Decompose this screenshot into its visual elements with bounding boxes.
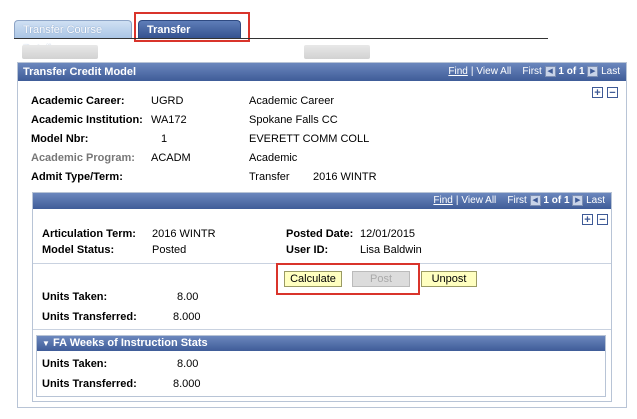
academic-institution-desc: Spokane Falls CC xyxy=(249,114,338,126)
view-all-link[interactable]: View All xyxy=(476,66,511,77)
delete-row-icon[interactable]: − xyxy=(607,87,618,99)
fa-units-taken-value: 8.00 xyxy=(177,358,199,370)
divider xyxy=(33,329,611,330)
units-taken-value: 8.00 xyxy=(177,291,199,303)
academic-program-desc: Academic xyxy=(249,152,298,164)
fa-weeks-panel: ▼ FA Weeks of Instruction Stats Units Ta… xyxy=(36,335,606,397)
model-status-value: Posted xyxy=(152,244,187,256)
units-transferred-label: Units Transferred: xyxy=(42,311,137,323)
admit-type-value: Transfer xyxy=(249,171,290,183)
find-link[interactable]: Find xyxy=(448,66,467,77)
academic-career-label: Academic Career: xyxy=(31,95,125,107)
fa-units-taken-label: Units Taken: xyxy=(42,358,108,370)
unpost-button[interactable]: Unpost xyxy=(421,271,477,287)
view-all-link[interactable]: View All xyxy=(461,195,496,206)
last-link[interactable]: Last xyxy=(586,195,605,206)
prev-arrow-icon[interactable]: ◀ xyxy=(529,195,541,206)
units-taken-label: Units Taken: xyxy=(42,291,108,303)
units-transferred-value: 8.000 xyxy=(173,311,201,323)
next-arrow-icon[interactable]: ▶ xyxy=(572,195,584,206)
articulation-nav: Find | View All First ◀ 1 of 1 ▶ Last xyxy=(433,195,605,207)
admit-type-term-label: Admit Type/Term: xyxy=(31,171,123,183)
posted-date-label: Posted Date: xyxy=(286,228,354,240)
academic-institution-code: WA172 xyxy=(151,114,187,126)
find-link[interactable]: Find xyxy=(433,195,452,206)
articulation-header: Find | View All First ◀ 1 of 1 ▶ Last xyxy=(33,193,611,209)
transfer-credit-model-panel: Transfer Credit Model Find | View All Firs… xyxy=(17,62,627,408)
user-id-value: Lisa Baldwin xyxy=(360,244,422,256)
fa-weeks-header[interactable]: ▼ FA Weeks of Instruction Stats xyxy=(37,336,605,351)
add-row-icon[interactable]: + xyxy=(582,214,593,226)
model-desc: EVERETT COMM COLL xyxy=(249,133,370,145)
model-status-label: Model Status: xyxy=(42,244,115,256)
delete-row-icon[interactable]: − xyxy=(597,214,608,226)
unpost-label: Unpost xyxy=(431,273,467,285)
redacted-text xyxy=(304,45,370,59)
tab-transfer-course-details[interactable]: Transfer Course Details xyxy=(14,20,132,55)
articulation-term-value: 2016 WINTR xyxy=(152,228,216,240)
panel-header: Transfer Credit Model Find | View All Firs… xyxy=(18,63,626,81)
academic-career-desc: Academic Career xyxy=(249,95,334,107)
first-link[interactable]: First xyxy=(522,66,541,77)
row-count: 1 of 1 xyxy=(543,195,570,207)
first-link[interactable]: First xyxy=(507,195,526,206)
academic-career-code: UGRD xyxy=(151,95,184,107)
posted-date-value: 12/01/2015 xyxy=(360,228,416,240)
add-row-icon[interactable]: + xyxy=(592,87,603,99)
next-arrow-icon[interactable]: ▶ xyxy=(587,66,599,77)
panel-nav: Find | View All First ◀ 1 of 1 ▶ Last xyxy=(448,66,620,78)
highlight-box-buttons xyxy=(276,263,420,295)
fa-units-transferred-value: 8.000 xyxy=(173,378,201,390)
admit-term-value: 2016 WINTR xyxy=(313,171,377,183)
row-count: 1 of 1 xyxy=(558,66,585,78)
articulation-term-label: Articulation Term: xyxy=(42,228,136,240)
academic-program-code: ACADM xyxy=(151,152,191,164)
academic-institution-label: Academic Institution: xyxy=(31,114,143,126)
user-id-label: User ID: xyxy=(286,244,329,256)
collapse-arrow-icon[interactable]: ▼ xyxy=(42,339,50,348)
last-link[interactable]: Last xyxy=(601,66,620,77)
fa-weeks-title: FA Weeks of Instruction Stats xyxy=(52,337,208,349)
redacted-text xyxy=(22,45,98,59)
academic-program-label: Academic Program: xyxy=(31,152,135,164)
panel-title: Transfer Credit Model xyxy=(23,66,137,78)
prev-arrow-icon[interactable]: ◀ xyxy=(544,66,556,77)
tab-divider xyxy=(14,38,548,39)
fa-units-transferred-label: Units Transferred: xyxy=(42,378,137,390)
model-nbr-label: Model Nbr: xyxy=(31,133,89,145)
model-nbr-value: 1 xyxy=(161,133,168,145)
